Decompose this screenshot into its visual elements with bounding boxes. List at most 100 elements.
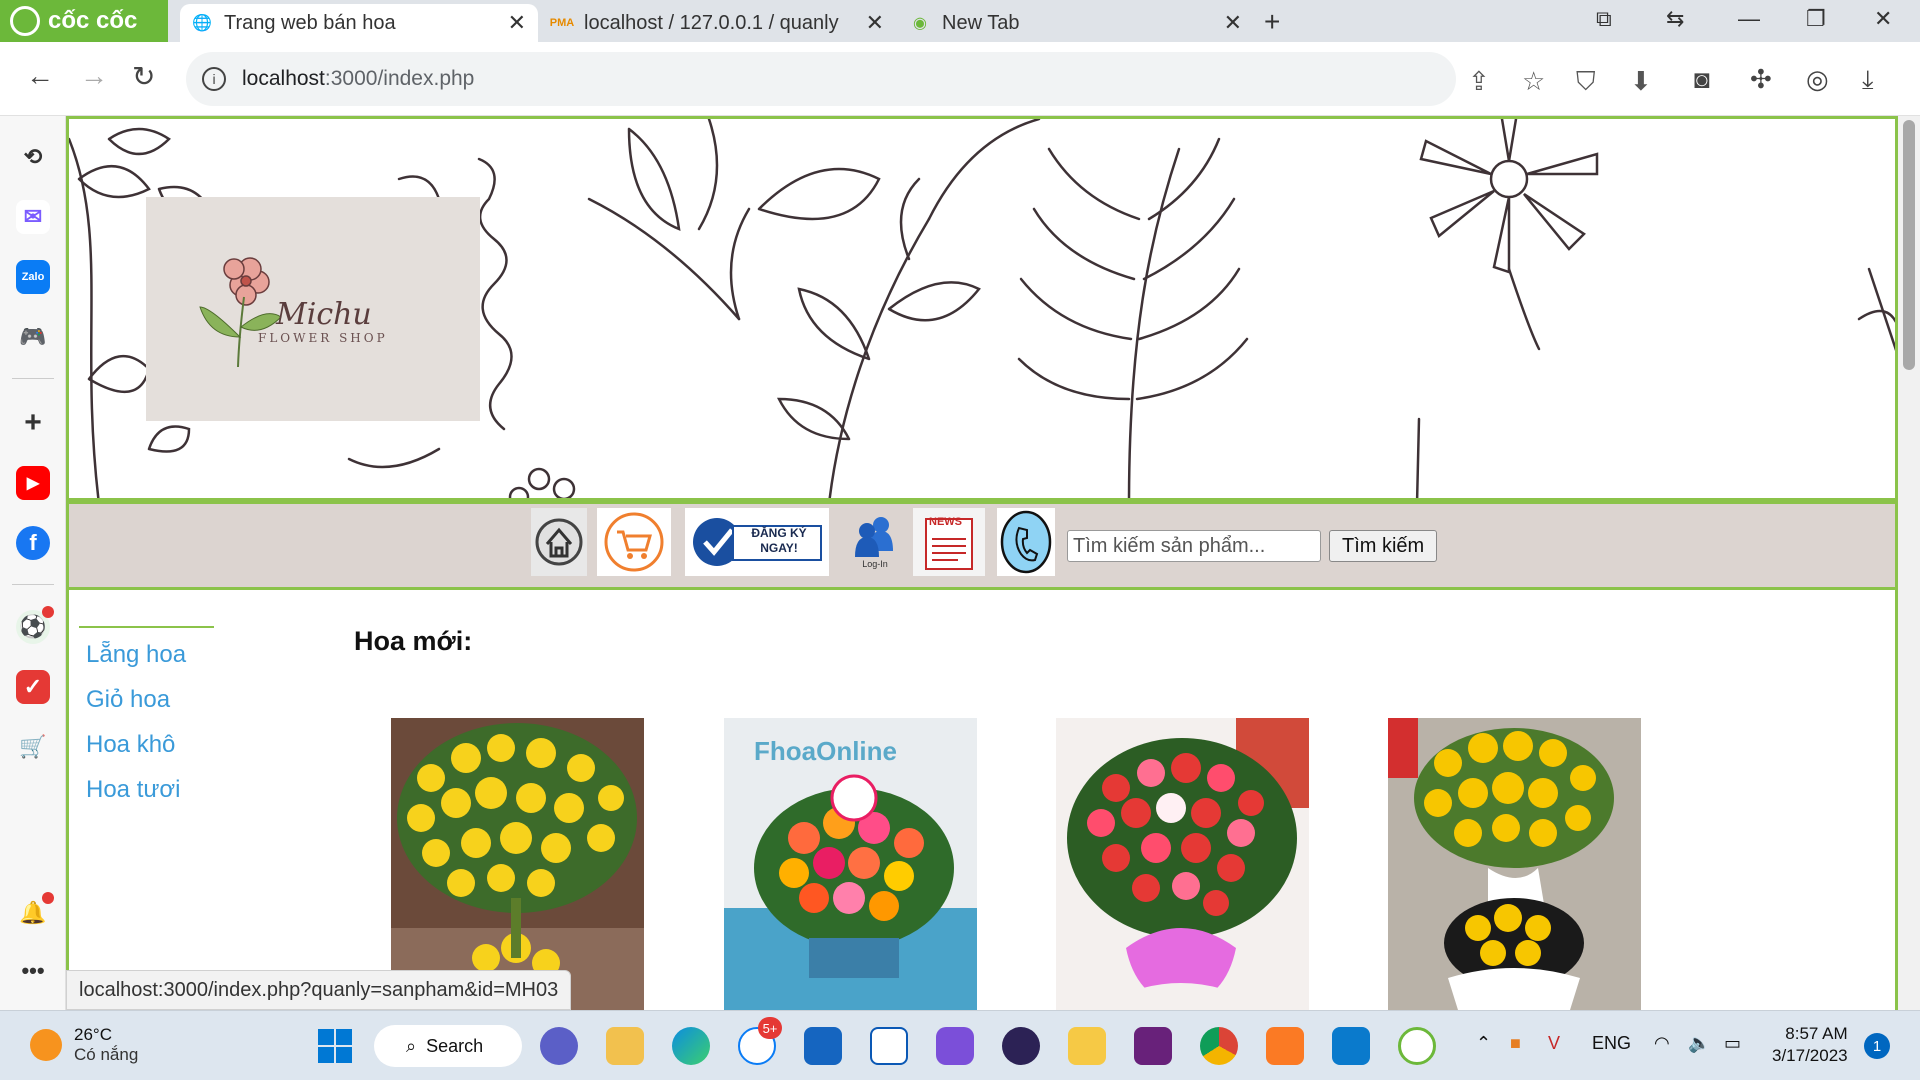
weather-widget[interactable]: 26°C Có nắng xyxy=(30,1025,138,1065)
sidebar-divider xyxy=(12,378,54,379)
close-window-icon[interactable]: ✕ xyxy=(1874,6,1892,32)
register-button[interactable]: ĐĂNG KÝ NGAY! xyxy=(685,508,829,576)
extension-mask-icon[interactable]: ◙ xyxy=(1694,64,1710,95)
vscode-icon[interactable] xyxy=(1332,1027,1370,1065)
product-card[interactable] xyxy=(1056,718,1309,1010)
shop-logo[interactable]: Michu FLOWER SHOP xyxy=(146,197,480,421)
extensions-puzzle-icon[interactable]: ✣ xyxy=(1750,64,1772,95)
category-link[interactable]: Hoa khô xyxy=(79,722,214,767)
bookmark-star-icon[interactable]: ☆ xyxy=(1522,66,1545,97)
product-card[interactable]: FhoaOnline xyxy=(724,718,977,1010)
media-player-icon[interactable] xyxy=(804,1027,842,1065)
battery-icon[interactable]: ▭ xyxy=(1724,1033,1741,1054)
coccoc-brand-button[interactable]: cốc cốc xyxy=(0,0,168,42)
tab-phpmyadmin[interactable]: PMA localhost / 127.0.0.1 / quanly ✕ xyxy=(540,4,896,42)
new-tab-icon[interactable]: + xyxy=(1264,6,1280,38)
windows-start-icon[interactable] xyxy=(316,1027,354,1065)
add-icon[interactable]: + xyxy=(16,406,50,440)
more-icon[interactable]: ••• xyxy=(16,954,50,988)
restore-icon[interactable]: ❐ xyxy=(1806,6,1826,32)
tray-v-icon[interactable]: V xyxy=(1548,1033,1560,1054)
xampp-icon[interactable] xyxy=(1266,1027,1304,1065)
profile-icon[interactable]: ◎ xyxy=(1806,64,1829,95)
forward-icon[interactable]: → xyxy=(80,60,108,92)
visual-studio-icon[interactable] xyxy=(1134,1027,1172,1065)
close-tab-icon[interactable]: ✕ xyxy=(1224,10,1242,36)
category-link[interactable]: Lẵng hoa xyxy=(79,632,214,677)
home-button[interactable] xyxy=(531,508,587,576)
taskbar-search[interactable]: ⌕ Search xyxy=(374,1025,522,1067)
clock-date: 3/17/2023 xyxy=(1772,1046,1848,1065)
tab-flower-shop[interactable]: 🌐 Trang web bán hoa ✕ xyxy=(180,4,538,42)
site-info-icon[interactable]: i xyxy=(202,67,226,91)
back-icon[interactable]: ← xyxy=(26,60,54,92)
tab-new-tab[interactable]: ◉ New Tab ✕ xyxy=(898,4,1254,42)
chat-icon[interactable] xyxy=(540,1027,578,1065)
search-input[interactable] xyxy=(1067,530,1321,562)
taskbar-clock[interactable]: 8:57 AM 3/17/2023 xyxy=(1772,1023,1848,1067)
minimize-icon[interactable]: — xyxy=(1738,6,1760,32)
reload-icon[interactable]: ↻ xyxy=(132,60,155,93)
volume-icon[interactable]: 🔈 xyxy=(1688,1033,1710,1054)
save-download-icon[interactable]: ⬇ xyxy=(1630,66,1652,97)
zalo-taskbar-icon[interactable]: 5+ xyxy=(738,1017,782,1065)
product-card[interactable] xyxy=(1388,718,1641,1010)
search-button[interactable]: Tìm kiếm xyxy=(1329,530,1438,562)
facebook-icon[interactable]: f xyxy=(16,526,50,560)
messenger-icon[interactable]: ✉ xyxy=(16,200,50,234)
downloads-icon[interactable]: ⤓ xyxy=(1862,64,1874,96)
scrollbar-thumb[interactable] xyxy=(1903,120,1915,370)
copilot-icon[interactable] xyxy=(936,1027,974,1065)
category-link[interactable]: Hoa tươi xyxy=(79,767,214,812)
youtube-icon[interactable]: ▶ xyxy=(16,466,50,500)
news-button[interactable]: NEWS xyxy=(913,508,985,576)
notification-count-badge[interactable]: 1 xyxy=(1864,1033,1890,1059)
status-url-tooltip: localhost:3000/index.php?quanly=sanpham&… xyxy=(66,970,572,1010)
weather-condition: Có nắng xyxy=(74,1045,139,1064)
history-icon[interactable]: ⟲ xyxy=(16,140,50,174)
login-button[interactable]: Log-In xyxy=(847,508,903,576)
coccoc-logo-icon xyxy=(10,6,40,36)
zalo-icon[interactable]: Zalo xyxy=(16,260,50,294)
category-link[interactable]: Giỏ hoa xyxy=(79,677,214,722)
product-banner-text: FhoaOnline xyxy=(754,736,897,766)
phpmyadmin-icon: PMA xyxy=(549,17,575,29)
show-hidden-icons-icon[interactable]: ⌃ xyxy=(1476,1033,1491,1054)
tools-icon[interactable] xyxy=(1068,1027,1106,1065)
product-card[interactable] xyxy=(391,718,644,1010)
clock-time: 8:57 AM xyxy=(1785,1024,1848,1043)
tab-search-icon[interactable]: ⧉ xyxy=(1596,6,1612,32)
close-tab-icon[interactable]: ✕ xyxy=(866,10,884,36)
shopping-icon[interactable]: 🛒 xyxy=(16,730,50,764)
edge-icon[interactable] xyxy=(672,1027,710,1065)
tab-title: Trang web bán hoa xyxy=(224,11,396,34)
product-image: FhoaOnline xyxy=(724,718,977,1010)
language-indicator[interactable]: ENG xyxy=(1592,1033,1631,1054)
todo-icon[interactable]: ✓ xyxy=(16,670,50,704)
web-page: Michu FLOWER SHOP ĐĂNG KÝ NGAY! Log-In N… xyxy=(66,116,1898,1010)
register-label: ĐĂNG KÝ NGAY! xyxy=(751,526,807,555)
eclipse-icon[interactable] xyxy=(1002,1027,1040,1065)
url-path: :3000/index.php xyxy=(324,67,475,90)
close-tab-icon[interactable]: ✕ xyxy=(508,10,526,36)
soccer-icon[interactable]: ⚽ xyxy=(16,606,54,644)
wifi-icon[interactable]: ◠ xyxy=(1654,1033,1670,1054)
url-input[interactable]: i localhost:3000/index.php xyxy=(186,52,1456,106)
window-app-icon[interactable] xyxy=(870,1027,908,1065)
contact-button[interactable] xyxy=(997,508,1055,576)
bell-icon[interactable]: 🔔 xyxy=(16,892,54,930)
file-explorer-icon[interactable] xyxy=(606,1027,644,1065)
share-icon[interactable]: ⇪ xyxy=(1468,66,1490,97)
tab-switch-icon[interactable]: ⇆ xyxy=(1666,6,1684,32)
page-scrollbar[interactable] xyxy=(1898,116,1920,1010)
browser-sidebar: ⟲ ✉ Zalo 🎮 + ▶ f ⚽ ✓ 🛒 🔔 ••• xyxy=(0,116,66,1010)
tab-bar: cốc cốc 🌐 Trang web bán hoa ✕ PMA localh… xyxy=(0,0,1920,42)
cart-button[interactable] xyxy=(597,508,671,576)
shield-icon[interactable]: ⛉ xyxy=(1576,66,1596,98)
chrome-icon[interactable] xyxy=(1200,1027,1238,1065)
coccoc-taskbar-icon[interactable] xyxy=(1398,1027,1436,1065)
tray-app-icon[interactable]: ■ xyxy=(1510,1033,1521,1054)
taskbar-search-label: Search xyxy=(426,1035,484,1056)
game-icon[interactable]: 🎮 xyxy=(16,320,50,354)
login-caption: Log-In xyxy=(862,559,888,569)
